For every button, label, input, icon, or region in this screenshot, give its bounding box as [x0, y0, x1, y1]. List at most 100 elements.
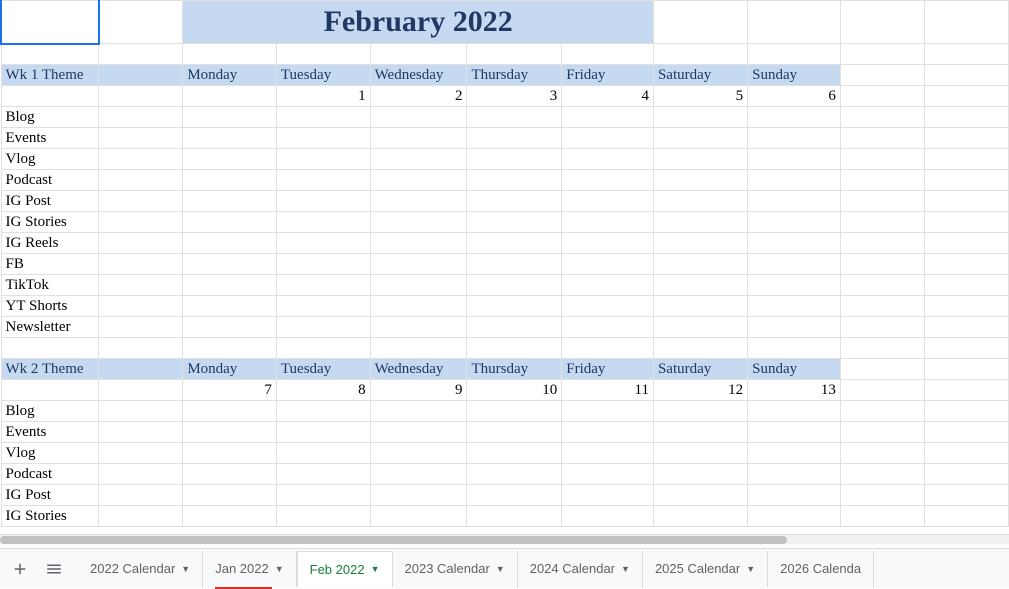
cell[interactable]: [748, 401, 841, 422]
cell[interactable]: [276, 233, 370, 254]
cell[interactable]: [276, 296, 370, 317]
cell[interactable]: [924, 86, 1008, 107]
cell[interactable]: [840, 296, 924, 317]
cell[interactable]: [840, 359, 924, 380]
cell[interactable]: [370, 422, 467, 443]
date-cell[interactable]: 9: [370, 380, 467, 401]
cell[interactable]: [748, 464, 841, 485]
cell[interactable]: [370, 443, 467, 464]
cell[interactable]: [467, 422, 562, 443]
cell[interactable]: [840, 191, 924, 212]
cell[interactable]: [748, 485, 841, 506]
cell[interactable]: [748, 275, 841, 296]
chevron-down-icon[interactable]: ▼: [275, 564, 284, 574]
cell[interactable]: [467, 275, 562, 296]
cell[interactable]: [562, 275, 654, 296]
chevron-down-icon[interactable]: ▼: [746, 564, 755, 574]
cell[interactable]: [562, 338, 654, 359]
cell[interactable]: [183, 296, 277, 317]
cell[interactable]: [653, 296, 747, 317]
cell[interactable]: [653, 233, 747, 254]
cell[interactable]: [1, 44, 99, 65]
cell[interactable]: [276, 443, 370, 464]
cell[interactable]: [99, 296, 183, 317]
cell[interactable]: [183, 317, 277, 338]
cell[interactable]: [276, 275, 370, 296]
cell[interactable]: [653, 1, 747, 44]
cell[interactable]: [467, 107, 562, 128]
cell[interactable]: [840, 44, 924, 65]
cell[interactable]: [99, 464, 183, 485]
cell[interactable]: [924, 296, 1008, 317]
cell[interactable]: [924, 464, 1008, 485]
cell[interactable]: [748, 107, 841, 128]
cell[interactable]: [99, 212, 183, 233]
cell[interactable]: [840, 485, 924, 506]
cell[interactable]: [653, 422, 747, 443]
cell[interactable]: [370, 212, 467, 233]
cell[interactable]: [183, 443, 277, 464]
cell[interactable]: [467, 464, 562, 485]
cell[interactable]: [924, 212, 1008, 233]
cell[interactable]: [748, 254, 841, 275]
cell[interactable]: [467, 401, 562, 422]
cell[interactable]: [99, 506, 183, 527]
cell[interactable]: [370, 464, 467, 485]
cell[interactable]: [653, 338, 747, 359]
cell[interactable]: [748, 422, 841, 443]
cell[interactable]: [653, 401, 747, 422]
cell[interactable]: [562, 191, 654, 212]
cell[interactable]: [183, 254, 277, 275]
cell[interactable]: [276, 44, 370, 65]
cell[interactable]: [653, 506, 747, 527]
cell[interactable]: [370, 128, 467, 149]
cell[interactable]: [840, 338, 924, 359]
cell[interactable]: [276, 170, 370, 191]
cell[interactable]: [748, 170, 841, 191]
cell[interactable]: [924, 191, 1008, 212]
add-sheet-button[interactable]: [6, 555, 34, 583]
cell[interactable]: [370, 233, 467, 254]
cell[interactable]: [467, 317, 562, 338]
cell[interactable]: [183, 233, 277, 254]
cell[interactable]: [276, 401, 370, 422]
selected-cell[interactable]: [1, 1, 99, 44]
cell[interactable]: [370, 275, 467, 296]
cell[interactable]: [924, 275, 1008, 296]
cell[interactable]: [924, 1, 1008, 44]
cell[interactable]: [370, 296, 467, 317]
cell[interactable]: [562, 128, 654, 149]
date-cell[interactable]: 5: [653, 86, 747, 107]
date-cell[interactable]: 11: [562, 380, 654, 401]
cell[interactable]: [467, 149, 562, 170]
cell[interactable]: [467, 233, 562, 254]
date-cell[interactable]: 2: [370, 86, 467, 107]
cell[interactable]: [1, 380, 99, 401]
cell[interactable]: [467, 254, 562, 275]
cell[interactable]: [276, 317, 370, 338]
cell[interactable]: [183, 191, 277, 212]
cell[interactable]: [840, 233, 924, 254]
cell[interactable]: [562, 317, 654, 338]
cell[interactable]: [99, 1, 183, 44]
cell[interactable]: [183, 422, 277, 443]
cell[interactable]: [653, 317, 747, 338]
cell[interactable]: [370, 317, 467, 338]
cell[interactable]: [562, 149, 654, 170]
cell[interactable]: [276, 254, 370, 275]
spreadsheet-grid[interactable]: February 2022 Wk 1 Theme Monday Tuesday …: [0, 0, 1009, 544]
cell[interactable]: [840, 107, 924, 128]
cell[interactable]: [99, 191, 183, 212]
cell[interactable]: [183, 464, 277, 485]
cell[interactable]: [653, 275, 747, 296]
chevron-down-icon[interactable]: ▼: [181, 564, 190, 574]
cell[interactable]: [840, 464, 924, 485]
cell[interactable]: [653, 443, 747, 464]
cell[interactable]: [748, 149, 841, 170]
cell[interactable]: [840, 128, 924, 149]
date-cell[interactable]: 3: [467, 86, 562, 107]
cell[interactable]: [467, 212, 562, 233]
cell[interactable]: [653, 254, 747, 275]
cell[interactable]: [467, 443, 562, 464]
cell[interactable]: [653, 212, 747, 233]
